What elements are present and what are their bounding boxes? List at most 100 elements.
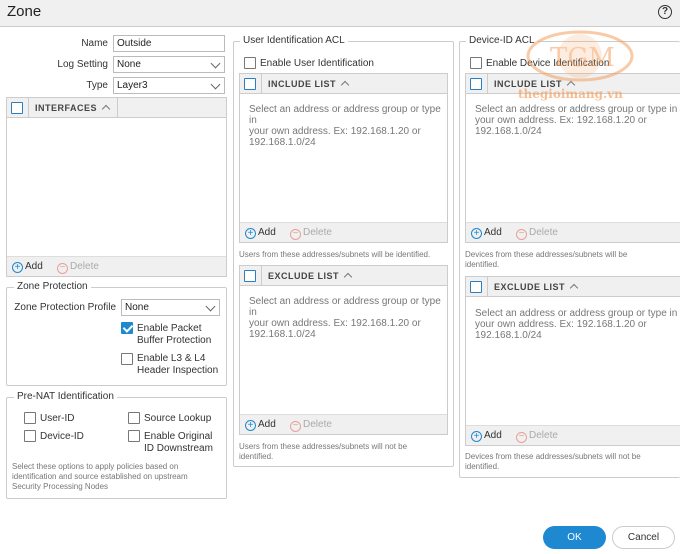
interfaces-header-label: INTERFACES xyxy=(35,103,98,113)
delete-icon: − xyxy=(290,229,301,240)
enable-user-id-checkbox[interactable] xyxy=(244,57,256,69)
add-label: Add xyxy=(258,419,276,430)
user-include-header-label[interactable]: INCLUDE LIST xyxy=(268,79,350,90)
l3l4-inspection-checkbox[interactable] xyxy=(121,353,133,365)
user-id-label: User-ID xyxy=(40,413,75,424)
device-id-label: Device-ID xyxy=(40,431,84,442)
zone-protection-profile-label: Zone Protection Profile xyxy=(14,302,116,313)
user-id-checkbox[interactable] xyxy=(24,412,36,424)
enable-device-id-checkbox[interactable] xyxy=(470,57,482,69)
header-divider xyxy=(28,98,29,118)
prenat-note-line2: identification and source established on… xyxy=(12,472,188,481)
device-include-delete-button[interactable]: − Delete xyxy=(516,227,558,240)
user-include-select-all-checkbox[interactable] xyxy=(244,78,256,90)
zone-protection-profile-select[interactable]: None xyxy=(121,299,220,316)
user-include-add-button[interactable]: + Add xyxy=(245,227,276,239)
user-include-placeholder[interactable]: Select an address or address group or ty… xyxy=(249,104,447,148)
user-exclude-add-button[interactable]: + Add xyxy=(245,419,276,431)
device-exclude-header-label[interactable]: EXCLUDE LIST xyxy=(494,282,579,293)
dialog-titlebar: Zone ? xyxy=(0,0,680,27)
prenat-note-line3: Security Processing Nodes xyxy=(12,482,109,491)
watermark-text: thegioimang.vn xyxy=(518,87,623,101)
device-include-note-line1: Devices from these addresses/subnets wil… xyxy=(465,250,628,259)
device-exclude-select-all-checkbox[interactable] xyxy=(470,281,482,293)
prenat-note-line1: Select these options to apply policies b… xyxy=(12,462,179,471)
device-id-checkbox[interactable] xyxy=(24,430,36,442)
interfaces-select-all-checkbox[interactable] xyxy=(11,102,23,114)
chevron-down-icon xyxy=(210,58,221,69)
delete-label: Delete xyxy=(303,419,332,430)
interfaces-delete-button[interactable]: − Delete xyxy=(57,261,99,274)
device-include-add-button[interactable]: + Add xyxy=(471,227,502,239)
chevron-down-icon xyxy=(205,301,216,312)
interfaces-add-button[interactable]: + Add xyxy=(12,261,43,273)
interfaces-delete-label: Delete xyxy=(70,261,99,272)
user-acl-legend: User Identification ACL xyxy=(240,35,348,46)
enable-original-id-checkbox[interactable] xyxy=(128,430,140,442)
device-exclude-placeholder[interactable]: Select an address or address group or ty… xyxy=(475,308,677,341)
device-exclude-list: EXCLUDE LIST Select an address or addres… xyxy=(465,276,680,446)
user-include-header: INCLUDE LIST xyxy=(240,74,447,94)
user-exclude-footer: + Add − Delete xyxy=(240,414,447,434)
interfaces-footer: + Add − Delete xyxy=(7,256,226,276)
cancel-button[interactable]: Cancel xyxy=(612,526,675,549)
user-exclude-delete-button[interactable]: − Delete xyxy=(290,419,332,432)
name-field[interactable]: Outside xyxy=(113,35,225,52)
enable-original-line1: Enable Original xyxy=(144,431,213,442)
sort-up-icon xyxy=(569,283,579,293)
placeholder-line3: 192.168.1.0/24 xyxy=(249,329,316,340)
user-exclude-note: Users from these addresses/subnets will … xyxy=(239,442,407,462)
sort-up-icon xyxy=(101,104,111,114)
add-label: Add xyxy=(484,227,502,238)
interfaces-header[interactable]: INTERFACES xyxy=(35,103,111,114)
dialog-title: Zone xyxy=(7,3,42,20)
delete-label: Delete xyxy=(303,227,332,238)
type-select[interactable]: Layer3 xyxy=(113,77,225,94)
source-lookup-checkbox[interactable] xyxy=(128,412,140,424)
device-include-note: Devices from these addresses/subnets wil… xyxy=(465,250,627,270)
zone-protection-legend: Zone Protection xyxy=(14,281,91,292)
delete-label: Delete xyxy=(529,430,558,441)
l3l4-inspection-label: Enable L3 & L4 Header Inspection xyxy=(137,353,218,377)
ok-button[interactable]: OK xyxy=(543,526,606,549)
placeholder-line2: your own address. Ex: 192.168.1.20 or xyxy=(249,126,421,137)
log-setting-value: None xyxy=(117,59,141,70)
device-exclude-note: Devices from these addresses/subnets wil… xyxy=(465,452,641,472)
user-exclude-header-label[interactable]: EXCLUDE LIST xyxy=(268,271,353,282)
prenat-legend: Pre-NAT Identification xyxy=(14,391,117,402)
header-divider xyxy=(487,74,488,94)
l3l4-label-line1: Enable L3 & L4 xyxy=(137,353,206,364)
user-include-delete-button[interactable]: − Delete xyxy=(290,227,332,240)
placeholder-line1: Select an address or address group or ty… xyxy=(475,308,678,319)
add-icon: + xyxy=(245,228,256,239)
user-include-list: INCLUDE LIST Select an address or addres… xyxy=(239,73,448,243)
device-include-select-all-checkbox[interactable] xyxy=(470,78,482,90)
placeholder-line3: 192.168.1.0/24 xyxy=(475,330,542,341)
device-include-placeholder[interactable]: Select an address or address group or ty… xyxy=(475,104,677,137)
user-exclude-note-line1: Users from these addresses/subnets will … xyxy=(239,442,408,451)
help-icon[interactable]: ? xyxy=(658,5,672,19)
enable-user-id-label: Enable User Identification xyxy=(260,58,374,69)
packet-buffer-label-line1: Enable Packet xyxy=(137,323,202,334)
packet-buffer-checkbox[interactable] xyxy=(121,322,133,334)
device-exclude-note-line1: Devices from these addresses/subnets wil… xyxy=(465,452,641,461)
device-exclude-note-line2: identified. xyxy=(465,462,500,471)
packet-buffer-label-line2: Buffer Protection xyxy=(137,335,212,346)
delete-label: Delete xyxy=(529,227,558,238)
header-divider xyxy=(261,266,262,286)
user-exclude-placeholder[interactable]: Select an address or address group or ty… xyxy=(249,296,447,340)
watermark-logo-text: TGM xyxy=(550,43,615,73)
sort-up-icon xyxy=(340,80,350,90)
log-setting-select[interactable]: None xyxy=(113,56,225,73)
delete-icon: − xyxy=(290,421,301,432)
user-exclude-header-text: EXCLUDE LIST xyxy=(268,271,340,281)
device-exclude-delete-button[interactable]: − Delete xyxy=(516,430,558,443)
user-include-footer: + Add − Delete xyxy=(240,222,447,242)
type-label: Type xyxy=(86,80,108,91)
source-lookup-label: Source Lookup xyxy=(144,413,212,424)
placeholder-line2: your own address. Ex: 192.168.1.20 or xyxy=(475,319,647,330)
user-exclude-select-all-checkbox[interactable] xyxy=(244,270,256,282)
device-exclude-add-button[interactable]: + Add xyxy=(471,430,502,442)
delete-icon: − xyxy=(516,432,527,443)
header-divider xyxy=(261,74,262,94)
